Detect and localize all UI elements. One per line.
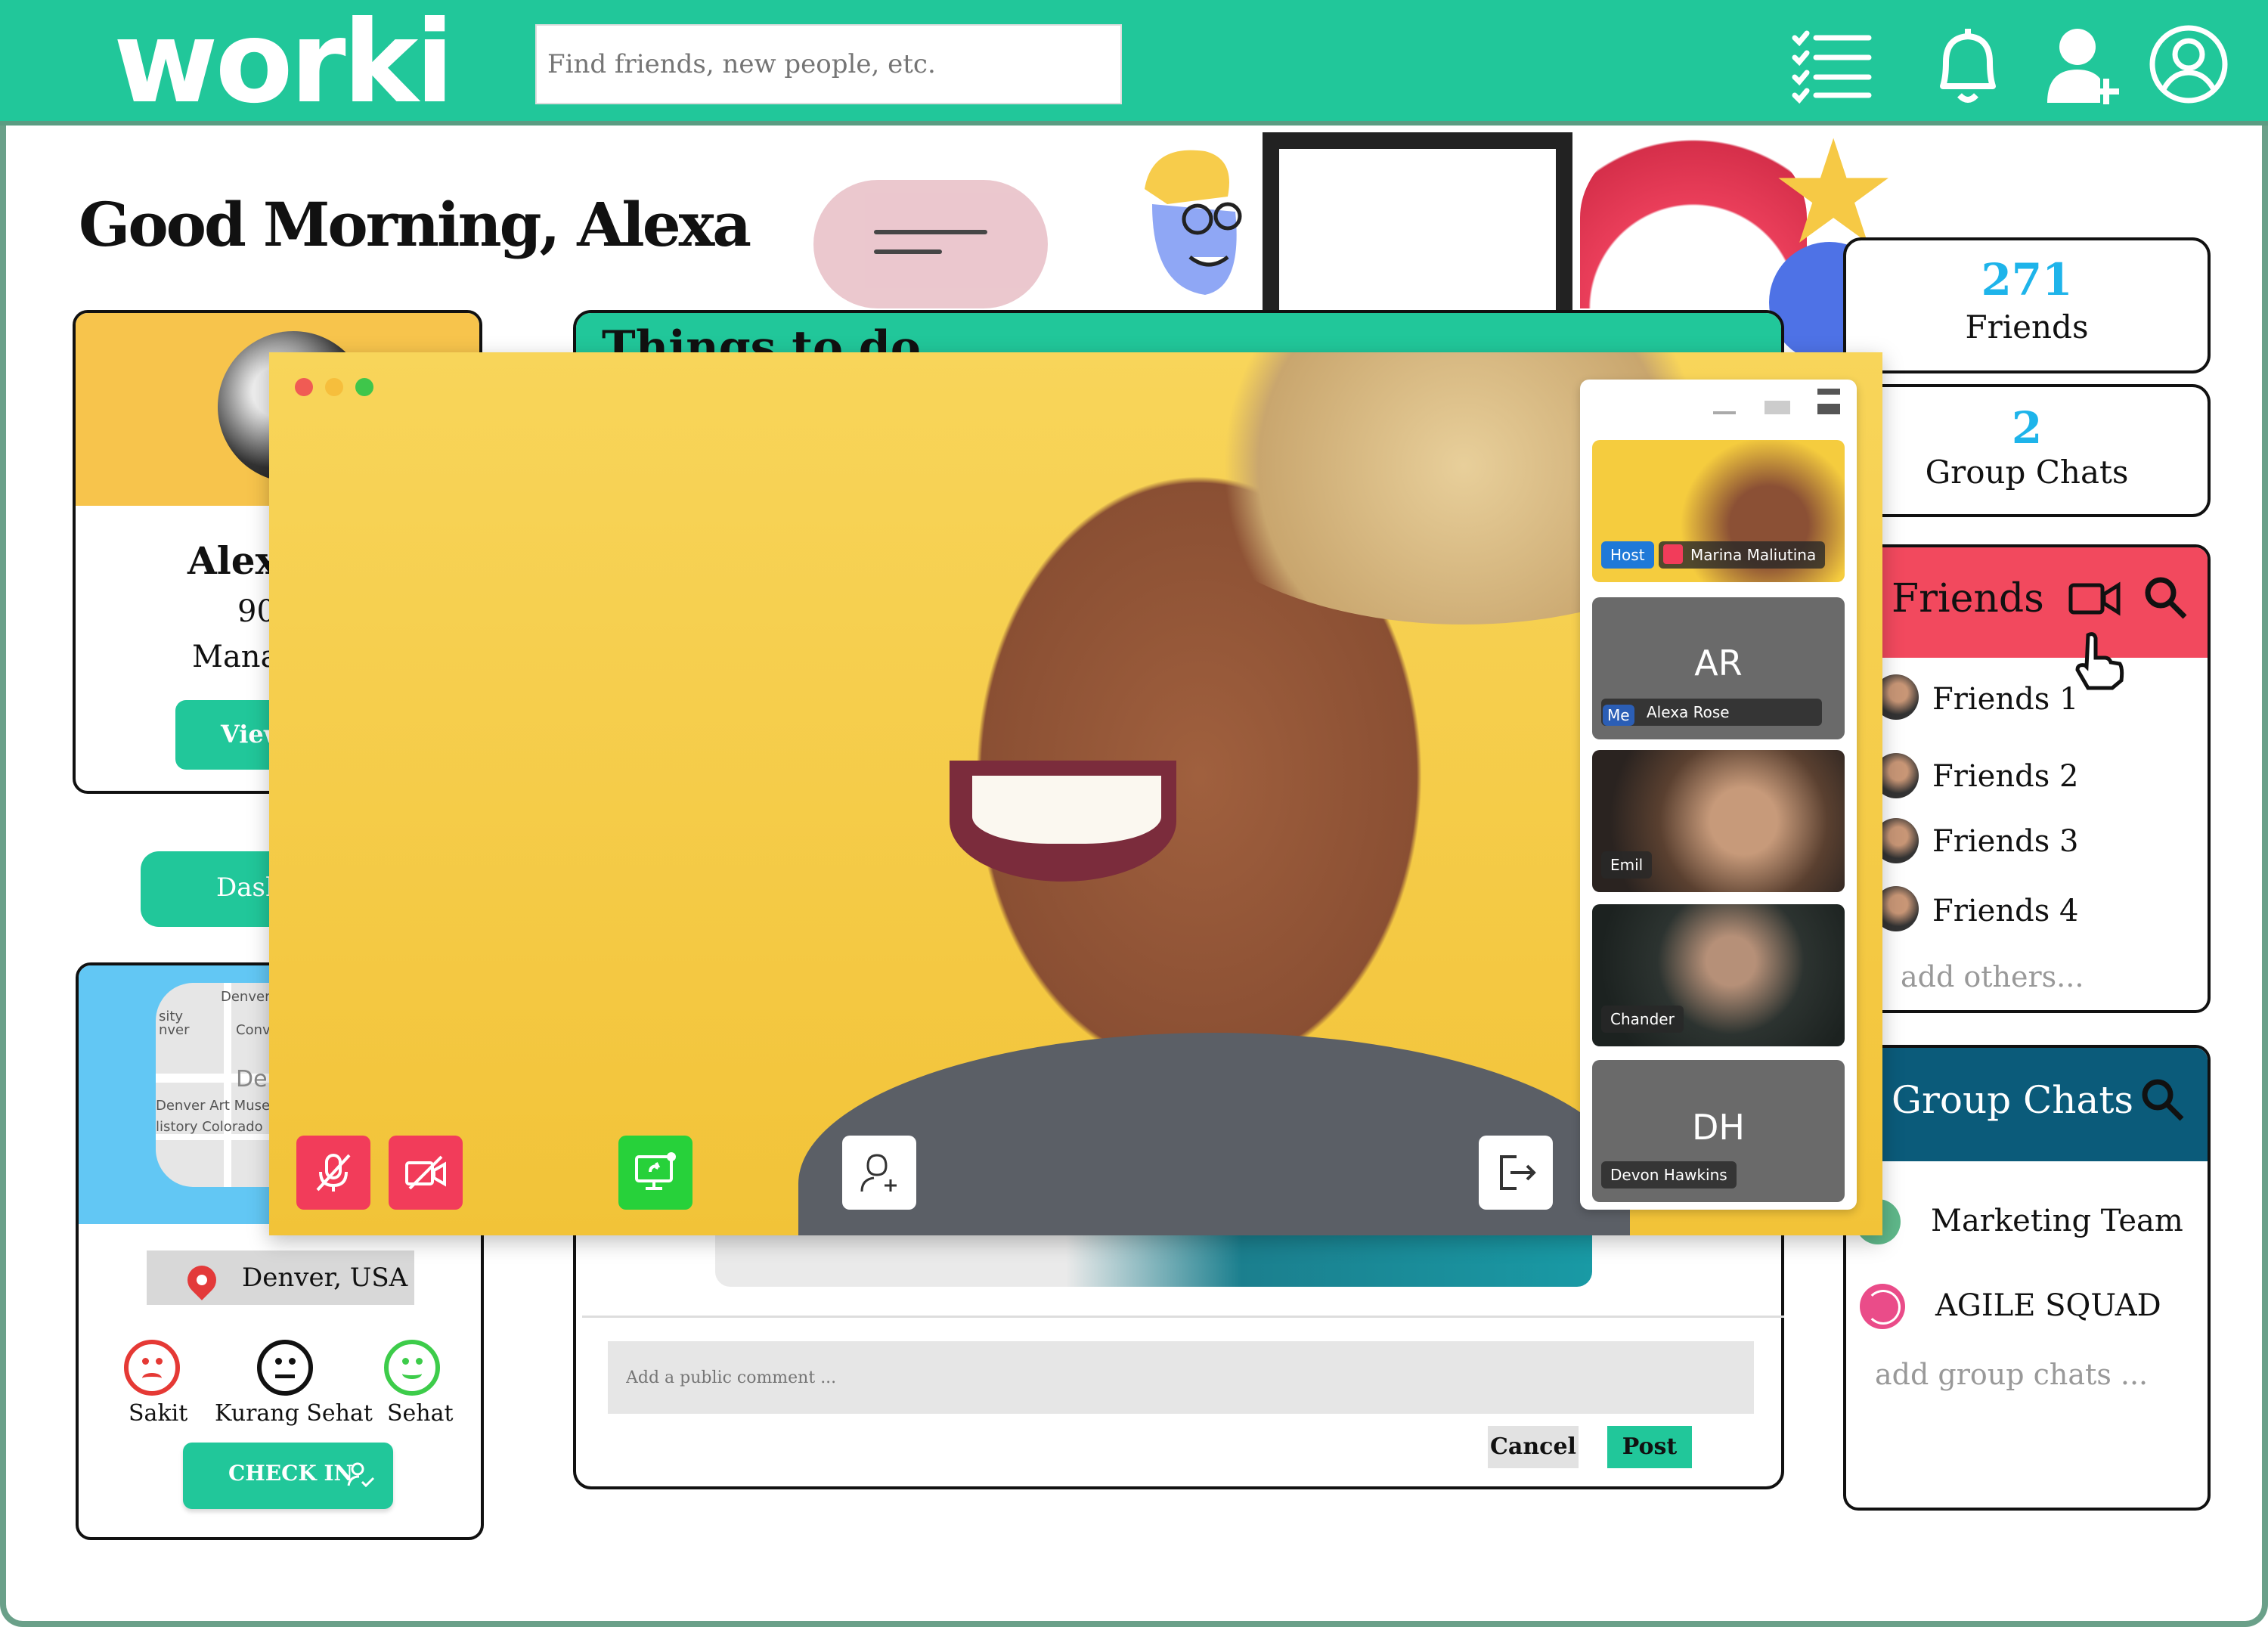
group-item-agile-squad[interactable]: AGILE SQUAD: [1935, 1288, 2161, 1323]
add-friends-link[interactable]: add others...: [1901, 960, 2084, 993]
add-user-icon[interactable]: [2043, 23, 2126, 106]
panel-layout-icon[interactable]: [1817, 389, 1840, 414]
add-participant-button[interactable]: [842, 1136, 916, 1210]
participant-tile-devon[interactable]: DH Devon Hawkins: [1592, 1060, 1845, 1202]
mood-label-kurang-sehat: Kurang Sehat: [215, 1400, 373, 1427]
map-label: Denver Art Museu: [156, 1098, 279, 1114]
friends-count-card[interactable]: 271 Friends: [1843, 237, 2211, 373]
mute-mic-button[interactable]: [296, 1136, 370, 1210]
participant-tile-marina[interactable]: Host Marina Maliutina: [1592, 440, 1845, 582]
panel-restore-icon[interactable]: [1765, 401, 1790, 414]
mood-label-sehat: Sehat: [387, 1400, 454, 1427]
checklist-icon[interactable]: [1789, 23, 1872, 106]
host-badge: Host: [1601, 541, 1654, 569]
minimize-window-icon[interactable]: [325, 378, 343, 396]
character-illustration: [1122, 144, 1250, 310]
comment-field[interactable]: [608, 1341, 1754, 1414]
mic-off-badge-icon: [1663, 544, 1683, 564]
stop-video-button[interactable]: [389, 1136, 463, 1210]
happy-face-icon[interactable]: [384, 1340, 440, 1396]
participant-tile-emil[interactable]: Emil: [1592, 750, 1845, 892]
search-bar[interactable]: [535, 24, 1122, 104]
add-person-icon: [860, 1154, 897, 1192]
participant-name: Emil: [1601, 851, 1653, 879]
check-in-button[interactable]: CHECK IN: [183, 1443, 393, 1509]
participant-initials: AR: [1694, 643, 1743, 683]
friends-title: Friends: [1892, 576, 2044, 621]
participant-name: Marina Maliutina: [1659, 541, 1826, 569]
frame-illustration: [1263, 132, 1572, 314]
group-chats-title: Group Chats: [1892, 1078, 2134, 1122]
mood-label-sakit: Sakit: [129, 1400, 188, 1427]
chat-bubble-illustration: [813, 180, 1048, 308]
comment-input[interactable]: [608, 1341, 1754, 1414]
group-chats-count-label: Group Chats: [1925, 454, 2129, 491]
group-chats-count-card[interactable]: 2 Group Chats: [1843, 384, 2211, 517]
pointer-hand-icon: [2071, 631, 2124, 691]
map-label: Denver,: [221, 989, 275, 1005]
video-camera-icon[interactable]: [2068, 579, 2121, 618]
friends-count-label: Friends: [1965, 308, 2089, 346]
dribbble-icon: [1860, 1284, 1905, 1329]
me-badge: Me: [1603, 705, 1634, 726]
screen-share-icon: [635, 1152, 676, 1190]
participant-initials: DH: [1691, 1107, 1745, 1148]
participant-name: Devon Hawkins: [1601, 1161, 1737, 1188]
location-text: Denver, USA: [242, 1263, 408, 1293]
group-search-icon[interactable]: [2139, 1077, 2185, 1122]
bell-icon[interactable]: [1926, 23, 2009, 106]
friends-count: 271: [1981, 254, 2073, 305]
worki-logo[interactable]: worki: [113, 0, 454, 126]
close-window-icon[interactable]: [295, 378, 313, 396]
greeting-title: Good Morning, Alexa: [79, 189, 751, 260]
participant-name: Chander: [1601, 1006, 1684, 1033]
map-label: listory Colorado: [156, 1119, 263, 1135]
participant-name: Alexa Rose: [1601, 699, 1822, 726]
divider: [582, 1316, 1784, 1318]
user-profile-icon[interactable]: [2147, 23, 2230, 106]
user-check-icon: [347, 1462, 375, 1488]
map-label: De: [236, 1066, 268, 1092]
check-in-label: CHECK IN: [228, 1461, 354, 1486]
mic-off-icon: [316, 1154, 351, 1192]
maximize-window-icon[interactable]: [355, 378, 373, 396]
neutral-face-icon[interactable]: [257, 1340, 313, 1396]
sad-face-icon[interactable]: [124, 1340, 180, 1396]
group-chats-count: 2: [2011, 402, 2043, 454]
search-input[interactable]: [537, 26, 1120, 103]
group-item-marketing-team[interactable]: Marketing Team: [1931, 1204, 2183, 1238]
friend-item-1[interactable]: Friends 1: [1932, 682, 2078, 717]
participant-tile-chander[interactable]: Chander: [1592, 904, 1845, 1046]
panel-minimize-icon[interactable]: [1713, 411, 1736, 414]
share-screen-button[interactable]: [618, 1136, 692, 1210]
friend-item-4[interactable]: Friends 4: [1932, 894, 2078, 928]
friend-item-3[interactable]: Friends 3: [1932, 824, 2078, 859]
search-icon[interactable]: [2143, 575, 2188, 620]
leave-call-button[interactable]: [1479, 1136, 1553, 1210]
participant-tile-alexa[interactable]: AR Alexa Rose Me: [1592, 597, 1845, 739]
cancel-button[interactable]: Cancel: [1488, 1426, 1579, 1468]
map-label: Conv: [236, 1022, 271, 1038]
add-group-chats-link[interactable]: add group chats ...: [1875, 1358, 2148, 1391]
exit-icon: [1500, 1155, 1536, 1190]
camera-off-icon: [405, 1155, 446, 1190]
video-teeth: [972, 776, 1161, 844]
post-button[interactable]: Post: [1607, 1426, 1692, 1468]
map-label: nver: [159, 1022, 190, 1038]
friend-item-2[interactable]: Friends 2: [1932, 759, 2078, 794]
